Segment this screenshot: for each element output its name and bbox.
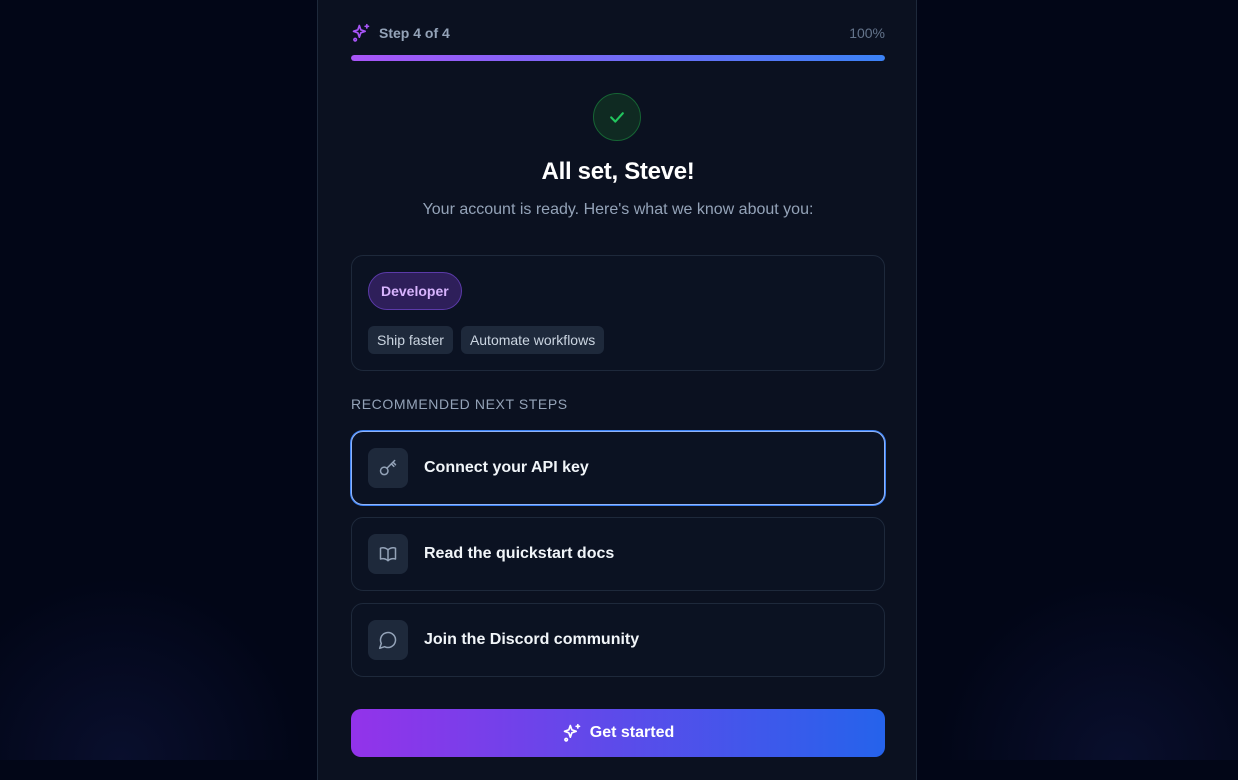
chat-bubble-icon <box>368 620 408 660</box>
step-indicator: Step 4 of 4 <box>351 23 450 43</box>
progress-header: Step 4 of 4 100% <box>351 22 885 44</box>
role-badge: Developer <box>368 272 462 310</box>
onboarding-card: Step 4 of 4 100% All set, Steve! Your ac… <box>317 0 917 780</box>
key-icon <box>368 448 408 488</box>
progress-bar-fill <box>351 55 885 61</box>
get-started-label: Get started <box>589 724 675 741</box>
next-step-connect-api-key[interactable]: Connect your API key <box>351 431 885 505</box>
goal-chip: Ship faster <box>368 326 453 354</box>
sparkle-icon <box>562 723 582 743</box>
profile-summary: Developer Ship faster Automate workflows <box>351 255 885 371</box>
next-step-quickstart-docs[interactable]: Read the quickstart docs <box>351 517 885 591</box>
progress-bar <box>351 55 885 61</box>
section-heading: RECOMMENDED NEXT STEPS <box>351 396 568 412</box>
book-icon <box>368 534 408 574</box>
sparkle-icon <box>351 23 371 43</box>
progress-percent: 100% <box>849 25 885 41</box>
next-step-label: Read the quickstart docs <box>424 545 615 562</box>
get-started-button[interactable]: Get started <box>351 709 885 757</box>
next-step-discord-community[interactable]: Join the Discord community <box>351 603 885 677</box>
page-title: All set, Steve! <box>541 158 695 185</box>
success-badge <box>593 93 641 141</box>
check-icon <box>610 112 624 123</box>
page-subtitle: Your account is ready. Here's what we kn… <box>422 201 814 218</box>
next-step-label: Join the Discord community <box>424 631 640 648</box>
step-label: Step 4 of 4 <box>379 25 450 41</box>
goal-chips: Ship faster Automate workflows <box>368 326 612 354</box>
goal-chip: Automate workflows <box>460 326 605 354</box>
next-step-label: Connect your API key <box>424 459 589 476</box>
